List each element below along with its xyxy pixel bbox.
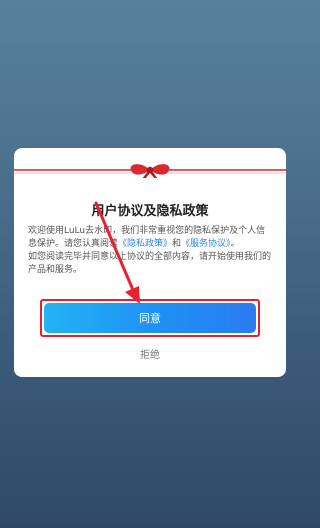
highlight-box (40, 299, 260, 337)
period-text: 。 (230, 239, 240, 249)
agreement-text: 欢迎使用LuLu去水印，我们非常重视您的隐私保护及个人信息保护。请您认真阅读《隐… (28, 225, 274, 277)
dialog-title: 用户协议及隐私政策 (91, 204, 209, 219)
bow-icon (130, 164, 170, 178)
service-agreement-link[interactable]: 《服务协议》 (181, 239, 231, 249)
privacy-policy-link[interactable]: 《隐私政策》 (118, 239, 172, 249)
consent-text: 如您阅读完毕并同意以上协议的全部内容，请开始使用我们的产品和服务。 (28, 252, 272, 275)
refuse-button[interactable]: 拒绝 (14, 346, 286, 361)
ribbon-decoration (14, 164, 286, 178)
agreement-dialog: 用户协议及隐私政策 欢迎使用LuLu去水印，我们非常重视您的隐私保护及个人信息保… (14, 148, 286, 377)
and-text: 和 (172, 239, 182, 249)
